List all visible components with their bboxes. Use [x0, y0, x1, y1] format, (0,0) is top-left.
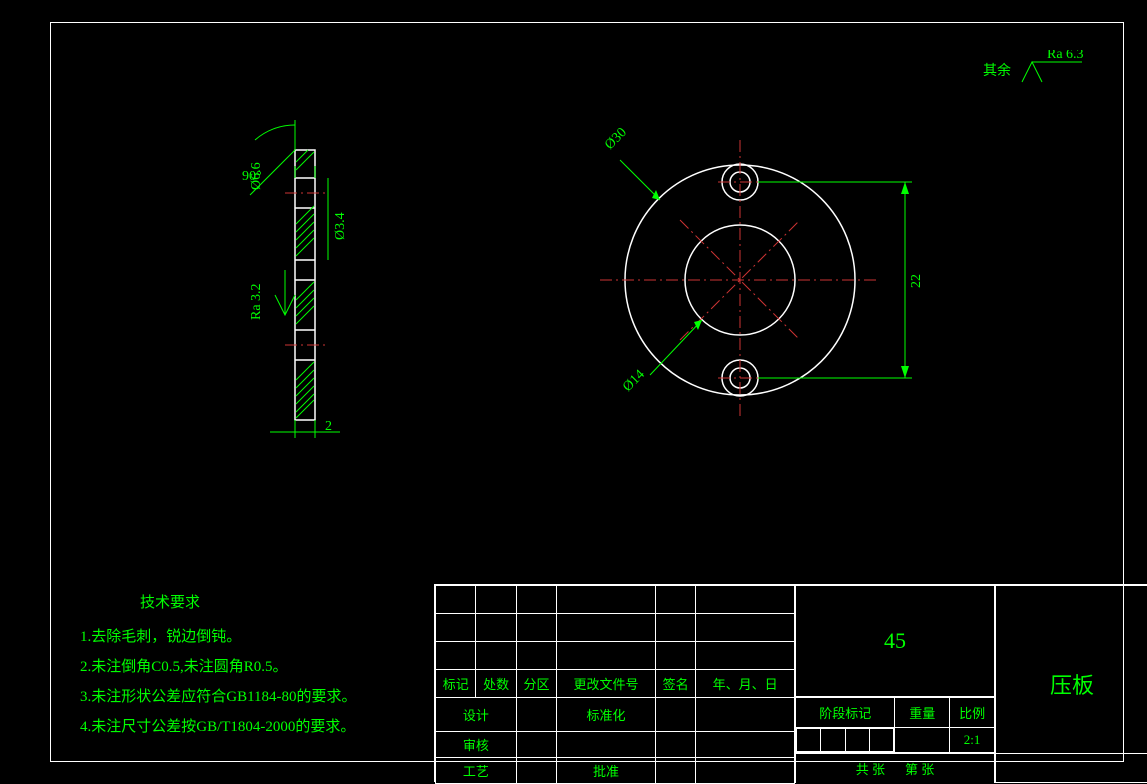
lbl-stage: 阶段标记 — [796, 698, 895, 728]
note-4: 4.未注尺寸公差按GB/T1804-2000的要求。 — [80, 712, 357, 742]
cell-check: 审核 — [436, 732, 517, 758]
lbl-weight: 重量 — [895, 698, 950, 728]
sheet-no: 第 张 — [905, 759, 934, 778]
tech-requirements: 技术要求 1.去除毛刺，锐边倒钝。 2.未注倒角C0.5,未注圆角R0.5。 3… — [80, 588, 357, 742]
cell-process: 工艺 — [436, 758, 517, 784]
cell-std: 标准化 — [557, 698, 656, 732]
hdr-mark: 标记 — [436, 670, 476, 698]
section-view: 90° Ø6.6 Ø3.4 2 Ra 3.2 — [200, 120, 420, 460]
front-view: Ø30 Ø14 22 — [560, 120, 960, 450]
lbl-ratio: 比例 — [950, 698, 995, 728]
ra-side: Ra 3.2 — [249, 283, 264, 320]
cell-design: 设计 — [436, 698, 517, 732]
hdr-qty: 处数 — [476, 670, 516, 698]
material: 45 — [795, 585, 995, 697]
surface-finish-rest: 其余 Ra 6.3 — [983, 50, 1087, 90]
note-1: 1.去除毛刺，锐边倒钝。 — [80, 622, 357, 652]
dim-thickness: 2 — [325, 419, 332, 434]
title-block: 标记 处数 分区 更改文件号 签名 年、月、日 设计 标准化 审核 工艺 批准 — [434, 584, 1147, 782]
dim-outer: Ø30 — [602, 125, 630, 153]
hdr-sign: 签名 — [655, 670, 695, 698]
dim-spacing: 22 — [909, 274, 924, 288]
cell-approve: 批准 — [557, 758, 656, 784]
hdr-zone: 分区 — [516, 670, 556, 698]
dim-inner: Ø14 — [620, 367, 648, 395]
note-2: 2.未注倒角C0.5,未注圆角R0.5。 — [80, 652, 357, 682]
dim-cbore: Ø3.4 — [333, 212, 348, 240]
hdr-change: 更改文件号 — [557, 670, 656, 698]
scale-value: 2:1 — [950, 727, 995, 752]
hdr-date: 年、月、日 — [696, 670, 795, 698]
sf-symbol-icon: Ra 6.3 — [1017, 50, 1087, 90]
ra-text: Ra 6.3 — [1047, 50, 1084, 62]
notes-title: 技术要求 — [140, 588, 357, 618]
note-3: 3.未注形状公差应符合GB1184-80的要求。 — [80, 682, 357, 712]
sheet-total: 共 张 — [856, 759, 885, 778]
dim-bore: Ø6.6 — [249, 162, 264, 190]
rest-label: 其余 — [983, 60, 1011, 80]
